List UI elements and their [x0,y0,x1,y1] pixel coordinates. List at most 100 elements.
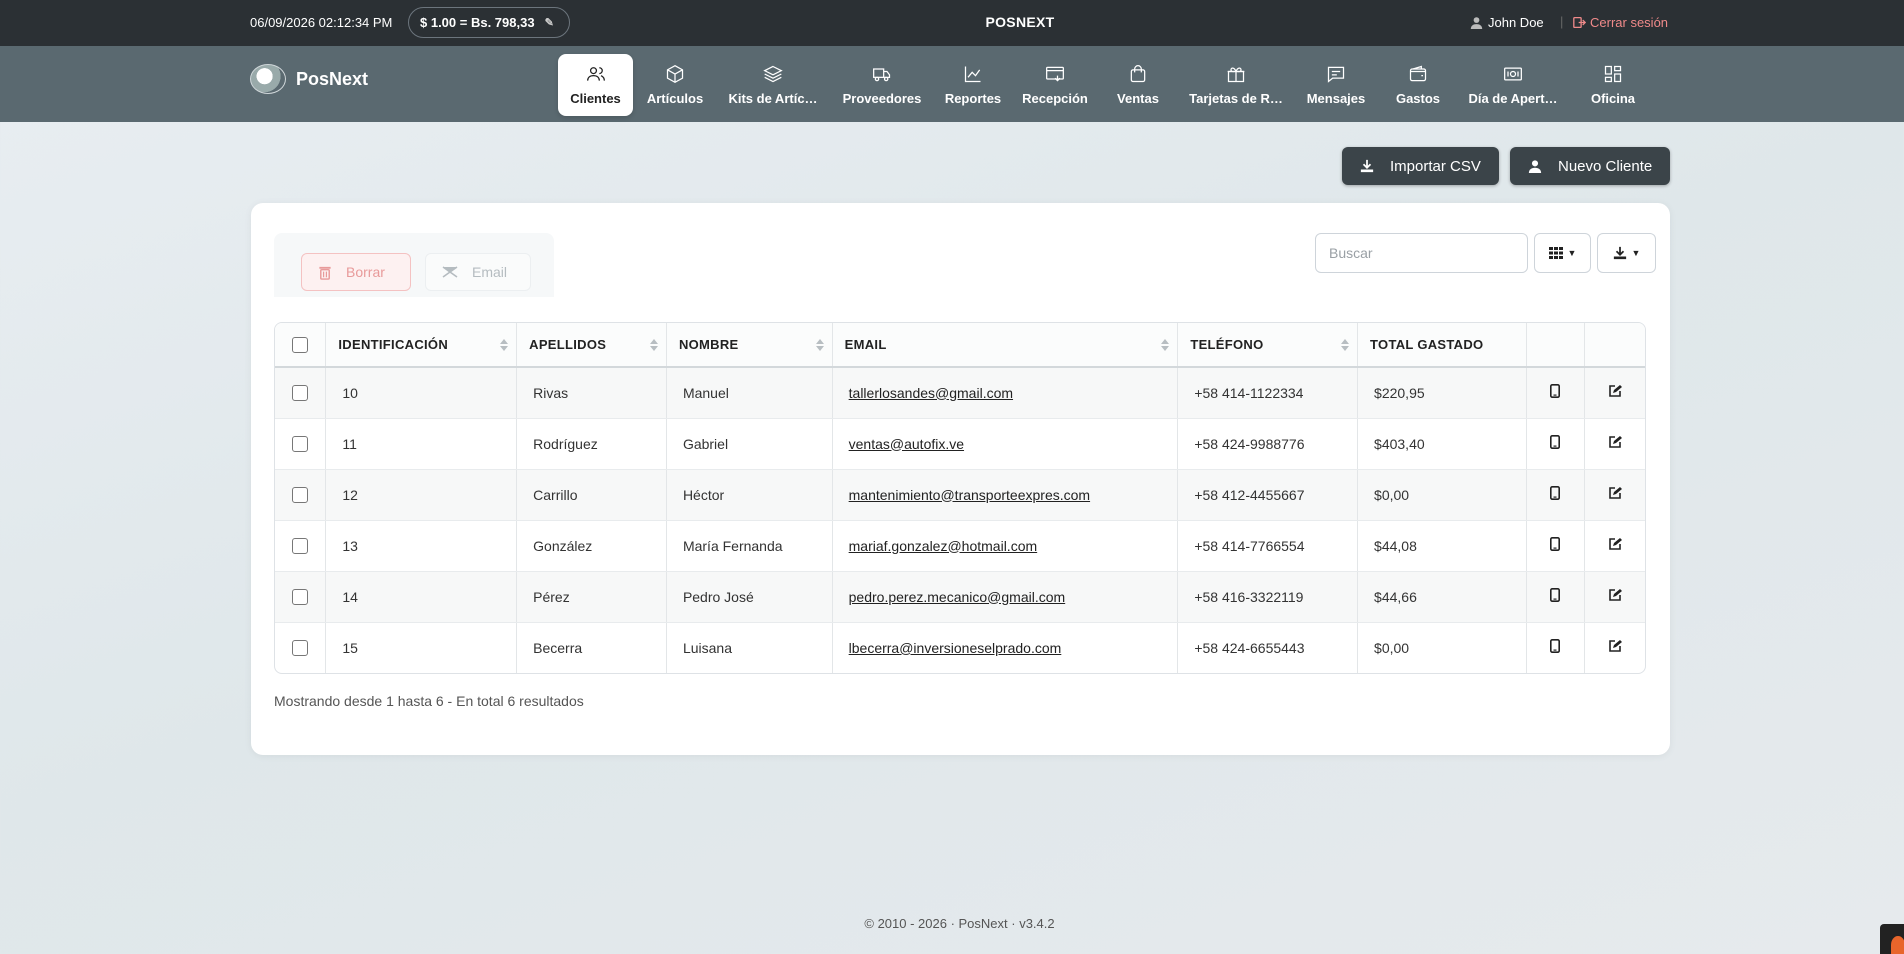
envelope-icon [442,266,458,278]
copyright: © 2010 - 2026 · PosNext · v3.4.2 [864,916,1055,931]
select-all-checkbox[interactable] [292,336,309,353]
cell-id: 15 [325,622,518,673]
export-button[interactable]: ▼ [1597,233,1656,273]
nav-dia-apertura[interactable]: Día de Apert… [1465,54,1561,116]
cell-phone: +58 414-7766554 [1177,520,1359,572]
edit-icon[interactable] [1608,538,1622,554]
email-link[interactable]: pedro.perez.mecanico@gmail.com [849,589,1066,605]
email-link[interactable]: ventas@autofix.ve [849,436,964,452]
cell-total: $220,95 [1357,367,1527,419]
import-icon [1360,159,1374,173]
nav-ventas[interactable]: Ventas [1110,54,1166,116]
mobile-phone-icon[interactable] [1550,384,1561,401]
table-row: 11 Rodríguez Gabriel ventas@autofix.ve +58 4… [275,418,1645,470]
nav-oficina[interactable]: Oficina [1585,54,1641,116]
delete-label: Borrar [346,264,385,280]
header-first-name[interactable]: NOMBRE [666,323,833,368]
mobile-phone-icon[interactable] [1550,435,1561,452]
search-input[interactable] [1315,233,1528,273]
nav-proveedores[interactable]: Proveedores [842,54,922,116]
cell-email: mantenimiento@transporteexpres.com [832,469,1179,521]
table-row: 13 González María Fernanda mariaf.gonzalez@… [275,520,1645,572]
email-link[interactable]: lbecerra@inversioneselprado.com [849,640,1062,656]
row-checkbox[interactable] [292,538,309,555]
row-checkbox[interactable] [292,589,309,606]
header-email[interactable]: EMAIL [832,323,1179,368]
row-checkbox[interactable] [292,436,309,453]
table-row: 12 Carrillo Héctor mantenimiento@transporte… [275,469,1645,521]
row-checkbox[interactable] [292,385,309,402]
logout-link[interactable]: Cerrar sesión [1573,15,1668,30]
email-button[interactable]: Email [425,253,531,291]
nav-mensajes[interactable]: Mensajes [1303,54,1369,116]
columns-toggle-button[interactable]: ▼ [1534,233,1591,273]
mobile-phone-icon[interactable] [1550,486,1561,503]
nav-kits[interactable]: Kits de Artíc… [722,54,824,116]
nav-label: Gastos [1395,91,1441,106]
new-customer-button[interactable]: Nuevo Cliente [1510,147,1670,185]
nav-label: Reportes [944,91,1002,106]
edit-icon[interactable] [1608,640,1622,656]
sort-icon [1161,339,1170,351]
table-row: 14 Pérez Pedro José pedro.perez.mecanico@gm… [275,571,1645,623]
cell-last-name: Carrillo [516,469,667,521]
nav-recepcion[interactable]: Recepción [1020,54,1090,116]
mobile-phone-icon[interactable] [1550,588,1561,605]
nav-label: Artículos [646,91,704,106]
top-bar: 06/09/2026 02:12:34 PM $ 1.00 = Bs. 798,… [0,0,1904,46]
sms-cell [1526,418,1585,470]
sort-icon [815,339,824,351]
edit-icon[interactable] [1608,589,1622,605]
nav-reportes[interactable]: Reportes [938,54,1008,116]
cell-email: ventas@autofix.ve [832,418,1179,470]
brand-logo[interactable]: PosNext [250,64,368,94]
message-icon [1327,66,1345,83]
edit-icon[interactable] [1608,487,1622,503]
nav-label: Oficina [1590,91,1636,106]
nav-label: Recepción [1022,91,1088,106]
row-select-cell [275,469,327,521]
sort-icon [1341,339,1350,351]
edit-icon[interactable] [1608,385,1622,401]
nav-label: Mensajes [1306,91,1366,106]
user-menu[interactable]: John Doe [1470,15,1544,30]
user-name: John Doe [1488,15,1544,30]
select-all-cell [275,323,327,368]
truck-icon [873,68,891,82]
row-checkbox[interactable] [292,640,309,657]
mobile-phone-icon[interactable] [1550,537,1561,554]
sms-cell [1526,469,1585,521]
email-link[interactable]: mariaf.gonzalez@hotmail.com [849,538,1038,554]
cell-first-name: Manuel [666,367,833,419]
cell-id: 11 [325,418,518,470]
edit-icon[interactable] [1608,436,1622,452]
nav-label: Día de Apert… [1468,91,1558,106]
email-link[interactable]: tallerlosandes@gmail.com [849,385,1013,401]
header-id[interactable]: IDENTIFICACIÓN [325,323,518,368]
table-header-row: IDENTIFICACIÓN APELLIDOS NOMBRE EMAIL TE… [275,323,1645,368]
caret-down-icon: ▼ [1631,248,1641,258]
nav-label: Ventas [1117,91,1159,106]
nav-clientes[interactable]: Clientes [558,54,633,116]
grid-icon [1548,247,1563,259]
row-checkbox[interactable] [292,487,309,504]
row-select-cell [275,622,327,673]
sms-cell [1526,622,1585,673]
brand-name: PosNext [296,68,369,89]
header-last-name[interactable]: APELLIDOS [516,323,667,368]
import-csv-button[interactable]: Importar CSV [1342,147,1499,185]
cell-last-name: Rivas [516,367,667,419]
nav-gastos[interactable]: Gastos [1390,54,1446,116]
inbox-icon [1046,66,1064,82]
nav-tarjetas[interactable]: Tarjetas de R… [1186,54,1286,116]
nav-label: Clientes [570,91,621,106]
nav-articulos[interactable]: Artículos [640,54,710,116]
cell-id: 14 [325,571,518,623]
mobile-phone-icon[interactable] [1550,639,1561,656]
row-select-cell [275,367,327,419]
delete-button[interactable]: Borrar [301,253,411,291]
cell-total: $0,00 [1357,469,1527,521]
flame-badge-icon[interactable] [1880,924,1904,954]
email-link[interactable]: mantenimiento@transporteexpres.com [849,487,1090,503]
header-phone[interactable]: TELÉFONO [1177,323,1359,368]
